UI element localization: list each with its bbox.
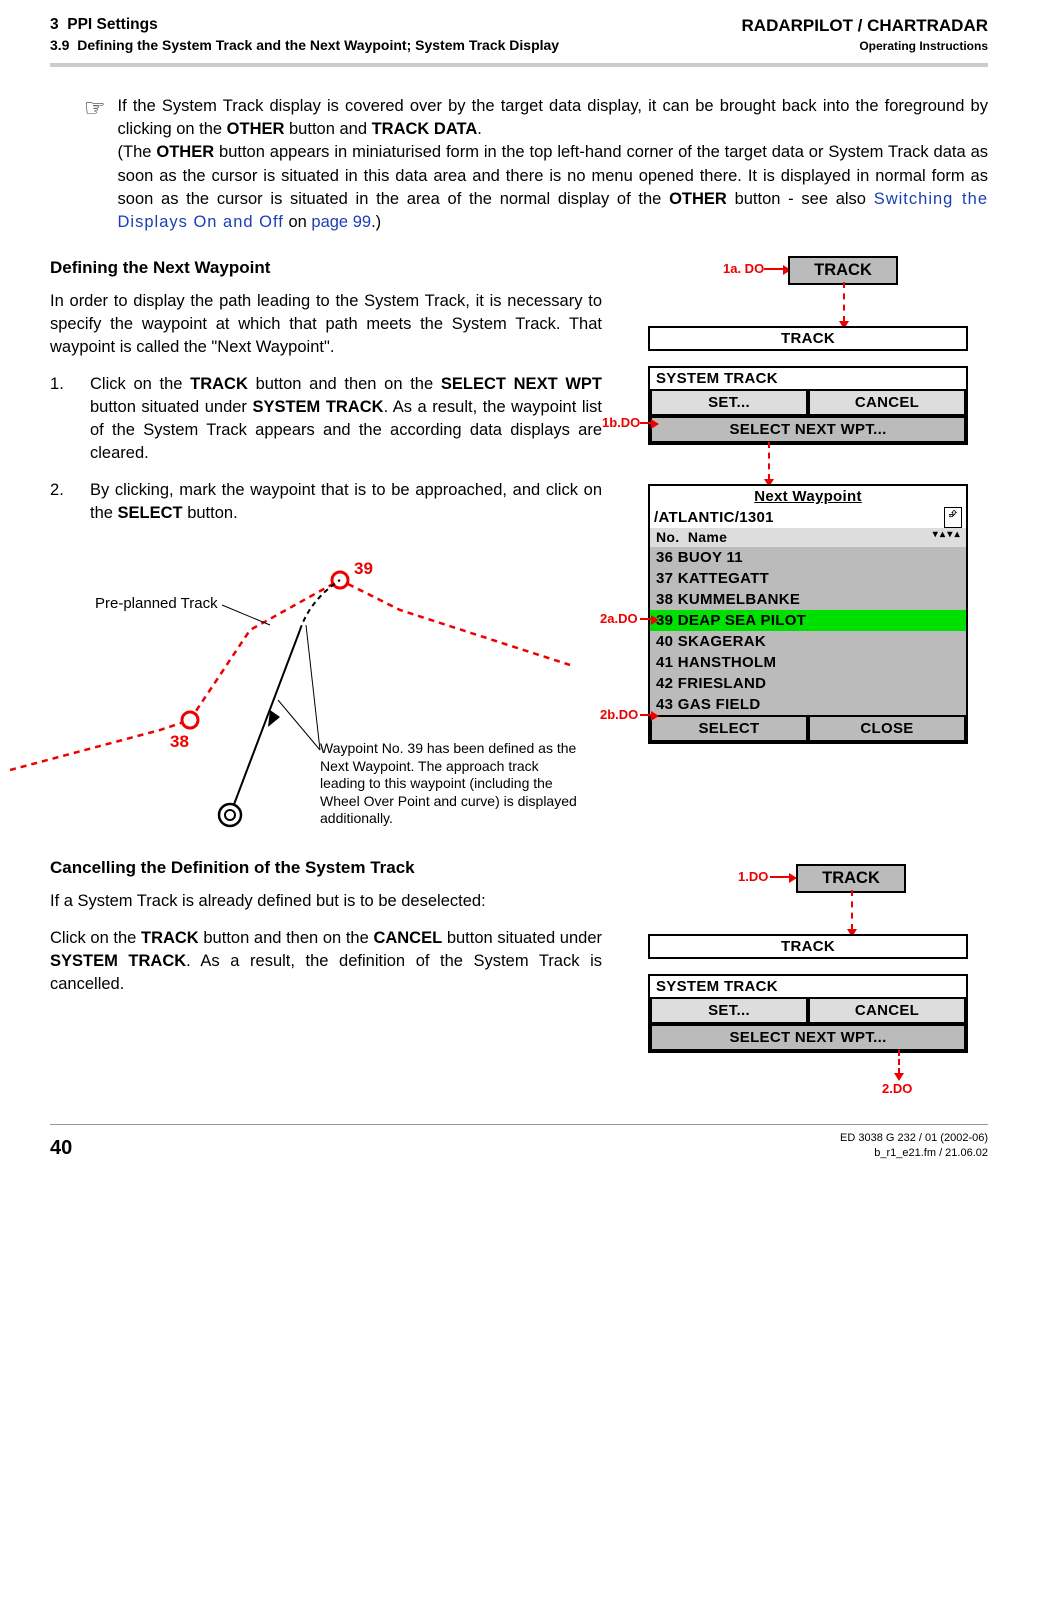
track-title: TRACK bbox=[650, 328, 966, 349]
track-button-2[interactable]: TRACK bbox=[796, 864, 906, 893]
subsection-number: 3.9 bbox=[50, 37, 69, 53]
section-title: PPI Settings bbox=[67, 16, 157, 33]
waypoint-row[interactable]: 38 KUMMELBANKE bbox=[650, 589, 966, 610]
trackdata-button-ref: TRACK DATA bbox=[372, 120, 478, 138]
cancel-instruction: Click on the TRACK button and then on th… bbox=[50, 927, 602, 996]
flow-label-2b: 2b.DO bbox=[600, 706, 638, 724]
track-path: /ATLANTIC/1301 bbox=[654, 507, 774, 528]
arrow-down-3-icon bbox=[851, 890, 853, 930]
other-button-ref: OTHER bbox=[227, 120, 285, 138]
track-button[interactable]: TRACK bbox=[788, 256, 898, 285]
arrow-1a-icon bbox=[764, 268, 784, 270]
step-2: By clicking, mark the waypoint that is t… bbox=[50, 479, 602, 525]
waypoint-row[interactable]: 36 BUOY 11 bbox=[650, 547, 966, 568]
scroll-bottom-icon[interactable]: ▾ bbox=[933, 528, 938, 548]
next-waypoint-title: Next Waypoint bbox=[650, 486, 966, 507]
heading-next-waypoint: Defining the Next Waypoint bbox=[50, 256, 602, 280]
up-folder-icon[interactable]: ⮵ bbox=[944, 507, 962, 528]
product-title: RADARPILOT / CHARTRADAR bbox=[742, 14, 988, 38]
cancel-button[interactable]: CANCEL bbox=[808, 389, 966, 416]
step-1: Click on the TRACK button and then on th… bbox=[50, 373, 602, 465]
select-button[interactable]: SELECT bbox=[650, 715, 808, 742]
arrow-1do-icon bbox=[770, 876, 790, 878]
select-next-wpt-button[interactable]: SELECT NEXT WPT... bbox=[650, 416, 966, 443]
waypoint-row[interactable]: 43 GAS FIELD bbox=[650, 694, 966, 715]
document-id: ED 3038 G 232 / 01 (2002-06) bbox=[840, 1132, 988, 1144]
pre-planned-label: Pre-planned Track bbox=[95, 593, 218, 614]
col-name: Name bbox=[688, 529, 727, 545]
page-header: 3 PPI Settings 3.9 Defining the System T… bbox=[50, 14, 988, 55]
scroll-top-icon[interactable]: ▴ bbox=[955, 528, 960, 548]
page-footer: 40 ED 3038 G 232 / 01 (2002-06) b_r1_e21… bbox=[50, 1131, 988, 1162]
waypoint-row[interactable]: 37 KATTEGATT bbox=[650, 568, 966, 589]
header-divider bbox=[50, 63, 988, 67]
waypoint-row[interactable]: 40 SKAGERAK bbox=[650, 631, 966, 652]
heading-cancel: Cancelling the Definition of the System … bbox=[50, 856, 602, 880]
arrow-2b-icon bbox=[640, 714, 652, 716]
flow-label-2a: 2a.DO bbox=[600, 610, 638, 628]
waypoint-row[interactable]: 42 FRIESLAND bbox=[650, 673, 966, 694]
arrow-down-icon bbox=[843, 282, 845, 322]
page-number: 40 bbox=[50, 1134, 72, 1162]
track-diagram: Pre-planned Track 38 39 Waypoint No. 39 … bbox=[10, 555, 602, 835]
waypoint-row[interactable]: 41 HANSTHOLM bbox=[650, 652, 966, 673]
section-number: 3 bbox=[50, 16, 59, 33]
cancel-intro: If a System Track is already defined but… bbox=[50, 890, 602, 913]
arrow-1b-icon bbox=[640, 422, 652, 424]
intro-paragraph: In order to display the path leading to … bbox=[50, 290, 602, 359]
system-track-label-2: SYSTEM TRACK bbox=[650, 976, 966, 997]
wp-39-label: 39 bbox=[354, 557, 373, 581]
wp-38-label: 38 bbox=[170, 730, 189, 754]
arrow-2a-icon bbox=[640, 618, 652, 620]
flow-label-1do: 1.DO bbox=[738, 868, 768, 886]
set-button[interactable]: SET... bbox=[650, 389, 808, 416]
track-title-2: TRACK bbox=[650, 936, 966, 957]
cancel-button-2[interactable]: CANCEL bbox=[808, 997, 966, 1024]
footer-divider bbox=[50, 1124, 988, 1125]
waypoint-list: 36 BUOY 1137 KATTEGATT38 KUMMELBANKE39 D… bbox=[650, 547, 966, 715]
system-track-label: SYSTEM TRACK bbox=[650, 368, 966, 389]
arrow-down-2-icon bbox=[768, 442, 770, 480]
select-next-wpt-button-2[interactable]: SELECT NEXT WPT... bbox=[650, 1024, 966, 1051]
hand-pointer-icon: ☞ bbox=[84, 95, 106, 234]
flow-label-2do: 2.DO bbox=[882, 1080, 912, 1098]
set-button-2[interactable]: SET... bbox=[650, 997, 808, 1024]
diagram-caption: Waypoint No. 39 has been defined as the … bbox=[320, 740, 580, 828]
close-button[interactable]: CLOSE bbox=[808, 715, 966, 742]
subsection-title: Defining the System Track and the Next W… bbox=[77, 37, 559, 53]
xref-page-link[interactable]: page 99 bbox=[311, 213, 371, 231]
file-info: b_r1_e21.fm / 21.06.02 bbox=[874, 1147, 988, 1159]
scroll-down-icon[interactable]: ▾ bbox=[947, 528, 952, 548]
arrow-2do-down-icon bbox=[898, 1050, 900, 1074]
flow-label-1a: 1a. DO bbox=[723, 260, 764, 278]
note-block: ☞ If the System Track display is covered… bbox=[84, 95, 988, 234]
flow-label-1b: 1b.DO bbox=[602, 414, 640, 432]
col-no: No. bbox=[656, 529, 679, 545]
scroll-up-icon[interactable]: ▴ bbox=[940, 528, 945, 548]
operating-instructions: Operating Instructions bbox=[742, 38, 988, 55]
waypoint-row[interactable]: 39 DEAP SEA PILOT bbox=[650, 610, 966, 631]
